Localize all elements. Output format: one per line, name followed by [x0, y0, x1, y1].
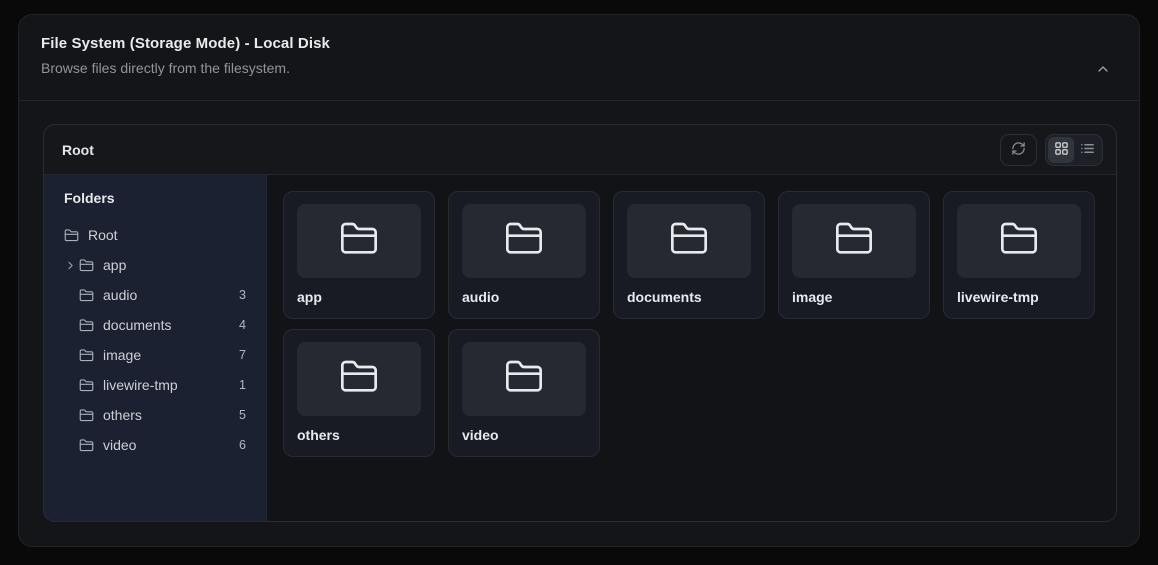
folder-name: image	[792, 289, 916, 305]
panel-subtitle: Browse files directly from the filesyste…	[41, 60, 330, 76]
folder-card-livewire-tmp[interactable]: livewire-tmp	[943, 191, 1095, 319]
folder-thumbnail	[462, 204, 586, 278]
browser-toolbar: Root	[44, 125, 1116, 175]
folders-heading: Folders	[64, 190, 248, 206]
sidebar-folder-documents[interactable]: documents4	[64, 310, 248, 340]
folder-count: 4	[239, 318, 248, 332]
folder-icon	[79, 438, 94, 453]
folder-icon	[504, 219, 544, 264]
sidebar-folder-others[interactable]: others5	[64, 400, 248, 430]
folder-label: others	[103, 407, 239, 423]
folder-thumbnail	[792, 204, 916, 278]
folder-icon	[79, 408, 94, 423]
folder-name: app	[297, 289, 421, 305]
refresh-button[interactable]	[1000, 134, 1037, 166]
layout-grid-icon	[1054, 141, 1069, 159]
folder-card-app[interactable]: app	[283, 191, 435, 319]
folder-name: audio	[462, 289, 586, 305]
folder-label: livewire-tmp	[103, 377, 239, 393]
browser-body: Folders Rootappaudio3documents4image7liv…	[44, 175, 1116, 521]
chevron-up-icon	[1095, 61, 1111, 80]
folder-label: Root	[88, 227, 248, 243]
folder-count: 5	[239, 408, 248, 422]
folder-label: audio	[103, 287, 239, 303]
folder-label: image	[103, 347, 239, 363]
view-toggle	[1045, 134, 1103, 166]
folder-thumbnail	[627, 204, 751, 278]
folder-icon	[339, 357, 379, 402]
folder-icon	[79, 258, 94, 273]
sidebar-folder-app[interactable]: app	[64, 250, 248, 280]
folder-icon	[504, 357, 544, 402]
folder-label: app	[103, 257, 248, 273]
folder-name: documents	[627, 289, 751, 305]
folders-sidebar: Folders Rootappaudio3documents4image7liv…	[44, 175, 267, 521]
refresh-icon	[1011, 141, 1026, 159]
folder-thumbnail	[957, 204, 1081, 278]
folder-icon	[669, 219, 709, 264]
folder-card-others[interactable]: others	[283, 329, 435, 457]
sidebar-folder-root[interactable]: Root	[64, 220, 248, 250]
folder-icon	[339, 219, 379, 264]
sidebar-folder-livewire-tmp[interactable]: livewire-tmp1	[64, 370, 248, 400]
sidebar-folder-audio[interactable]: audio3	[64, 280, 248, 310]
file-browser: Root	[43, 124, 1117, 522]
panel-header-text: File System (Storage Mode) - Local Disk …	[41, 35, 330, 76]
grid-view-button[interactable]	[1048, 137, 1074, 163]
folder-label: video	[103, 437, 239, 453]
folder-icon	[999, 219, 1039, 264]
breadcrumb[interactable]: Root	[62, 142, 94, 158]
folder-icon	[79, 318, 94, 333]
folder-name: livewire-tmp	[957, 289, 1081, 305]
folder-card-audio[interactable]: audio	[448, 191, 600, 319]
folder-thumbnail	[297, 342, 421, 416]
folder-card-image[interactable]: image	[778, 191, 930, 319]
folder-count: 3	[239, 288, 248, 302]
folder-thumbnail	[297, 204, 421, 278]
folder-grid: app audio documents image livewire-tmp others…	[267, 175, 1116, 521]
folder-tree: Rootappaudio3documents4image7livewire-tm…	[64, 220, 248, 460]
panel-header: File System (Storage Mode) - Local Disk …	[19, 15, 1139, 100]
folder-label: documents	[103, 317, 239, 333]
panel-title: File System (Storage Mode) - Local Disk	[41, 35, 330, 52]
folder-card-video[interactable]: video	[448, 329, 600, 457]
collapse-button[interactable]	[1091, 57, 1115, 84]
sidebar-folder-video[interactable]: video6	[64, 430, 248, 460]
sidebar-folder-image[interactable]: image7	[64, 340, 248, 370]
folder-icon	[79, 288, 94, 303]
folder-name: others	[297, 427, 421, 443]
chevron-right-icon	[64, 259, 79, 272]
folder-card-documents[interactable]: documents	[613, 191, 765, 319]
header-divider	[19, 100, 1139, 101]
file-system-panel: File System (Storage Mode) - Local Disk …	[18, 14, 1140, 547]
folder-thumbnail	[462, 342, 586, 416]
toolbar-actions	[1000, 134, 1103, 166]
list-icon	[1080, 141, 1095, 159]
folder-count: 7	[239, 348, 248, 362]
folder-icon	[834, 219, 874, 264]
folder-name: video	[462, 427, 586, 443]
list-view-button[interactable]	[1074, 137, 1100, 163]
folder-icon	[64, 228, 79, 243]
folder-icon	[79, 348, 94, 363]
folder-icon	[79, 378, 94, 393]
folder-count: 1	[239, 378, 248, 392]
folder-count: 6	[239, 438, 248, 452]
